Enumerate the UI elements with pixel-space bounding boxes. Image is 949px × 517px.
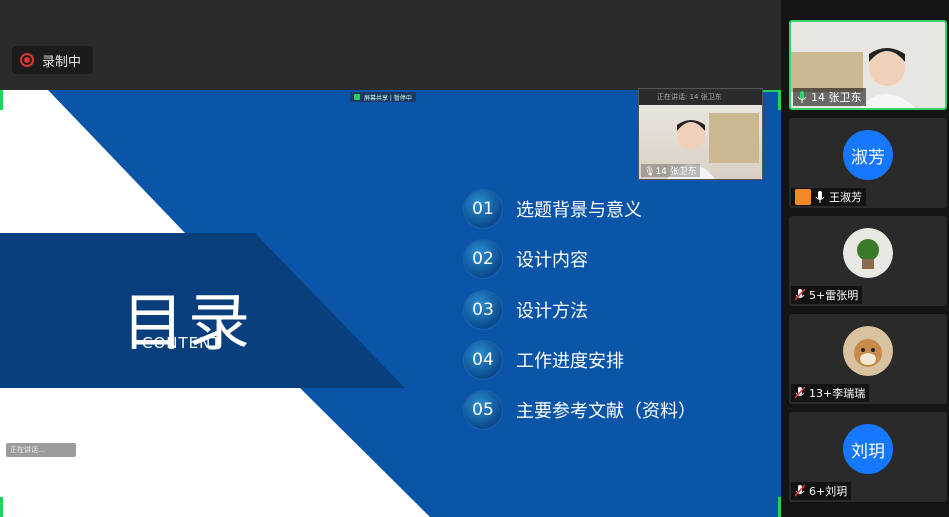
mic-muted-icon (795, 485, 805, 497)
participant-name-label: 5+雷张明 (791, 286, 863, 304)
mic-icon (797, 91, 807, 103)
initials-avatar: 刘玥 (843, 424, 893, 474)
toc-item: 02 设计内容 (464, 239, 588, 279)
participant-name-label: 13+李瑞瑞 (791, 384, 870, 402)
recording-indicator[interactable]: 录制中 (12, 46, 94, 74)
toc-number: 01 (464, 190, 502, 228)
toc-number: 04 (464, 341, 502, 379)
participant-name-label: 6+刘玥 (791, 482, 852, 500)
participant-tile[interactable]: 5+雷张明 (789, 216, 947, 306)
top-bar: 录制中 (0, 0, 781, 90)
speaking-chip[interactable]: 正在讲话… (6, 443, 76, 457)
toc-item: 04 工作进度安排 (464, 340, 624, 380)
pip-name-label: 🎙14 张卫东 (641, 164, 700, 177)
participant-sidebar: 14 张卫东 淑芳 王淑芳 5+雷张明 13+李瑞瑞 刘玥 6+刘玥 (781, 0, 949, 517)
toc-number: 05 (464, 391, 502, 429)
toc-number: 03 (464, 291, 502, 329)
pip-header: 正在讲话: 14 张卫东 (639, 89, 762, 105)
toc-item: 03 设计方法 (464, 290, 588, 330)
toc-text: 主要参考文献（资料） (516, 401, 696, 422)
participant-name-label: 王淑芳 (791, 188, 866, 206)
screen-share-tag[interactable]: 屏幕共享 | 暂停中 (350, 92, 416, 102)
pip-video: 🎙14 张卫东 (639, 105, 762, 179)
toc-text: 选题背景与意义 (516, 200, 642, 221)
plant-avatar (843, 228, 893, 278)
toc-text: 设计内容 (516, 250, 588, 271)
share-border-corner (0, 497, 3, 517)
share-border-corner (0, 90, 3, 110)
recording-label: 录制中 (42, 54, 82, 70)
initials-avatar: 淑芳 (843, 130, 893, 180)
participant-tile[interactable]: 13+李瑞瑞 (789, 314, 947, 404)
mic-muted-icon (795, 387, 805, 399)
signal-icon (354, 94, 360, 100)
participant-tile[interactable]: 14 张卫东 (789, 20, 947, 110)
toc-number: 02 (464, 240, 502, 278)
record-icon (20, 53, 34, 67)
toc-item: 05 主要参考文献（资料） (464, 390, 696, 430)
toc-text: 设计方法 (516, 301, 588, 322)
participant-tile[interactable]: 刘玥 6+刘玥 (789, 412, 947, 502)
mic-icon (815, 191, 825, 203)
dog-avatar (843, 326, 893, 376)
slide-subtitle: CONTENT (142, 334, 222, 352)
toc-item: 01 选题背景与意义 (464, 189, 642, 229)
toc-text: 工作进度安排 (516, 351, 624, 372)
mic-icon: 🎙 (644, 167, 656, 177)
host-icon (795, 189, 811, 205)
participant-tile[interactable]: 淑芳 王淑芳 (789, 118, 947, 208)
speaker-pip-window[interactable]: 正在讲话: 14 张卫东 🎙14 张卫东 (638, 88, 763, 180)
participant-name-label: 14 张卫东 (793, 88, 866, 106)
screen-share-tag-text: 屏幕共享 | 暂停中 (364, 94, 412, 102)
mic-muted-icon (795, 289, 805, 301)
